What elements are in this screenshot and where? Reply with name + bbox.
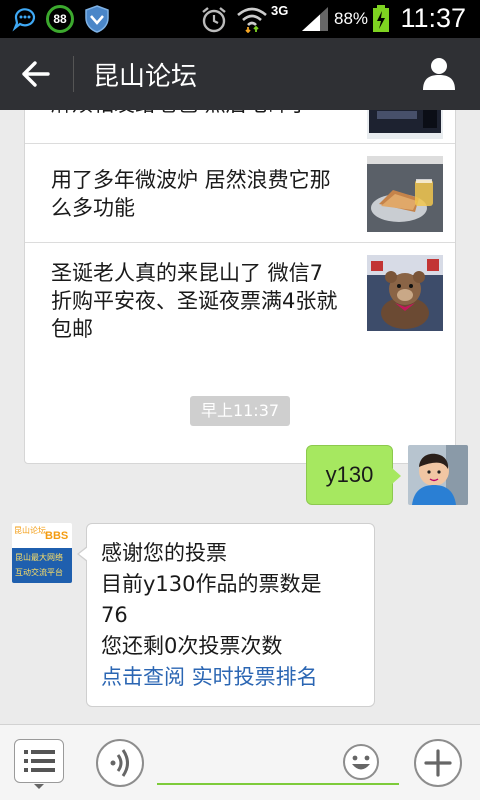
badge-count: 88 [53,12,67,26]
avatar-bbs-text: BBS [45,530,69,542]
plus-icon [424,749,452,777]
message-line: 76 [101,603,128,627]
news-item[interactable]: 麻烦相发给老爸 然后宅碎了 [25,110,455,144]
smiley-icon [343,744,379,780]
news-item-thumbnail [367,255,443,331]
timestamp-pill: 早上11:37 [190,396,290,426]
wifi-icon [237,7,267,33]
emoji-button[interactable] [342,743,380,781]
arrow-left-icon [22,61,50,87]
back-button[interactable] [14,56,58,92]
title-divider [73,56,74,92]
battery-percent: 88% [334,9,369,28]
avatar-brand-text: 昆山论坛 [14,526,46,535]
list-menu-icon [24,750,55,772]
voice-button[interactable] [96,739,144,787]
vote-ranking-link[interactable]: 实时投票排名 [192,665,318,689]
voice-wave-icon [110,749,129,777]
chat-bubble-icon [12,8,36,32]
news-item-thumbnail [367,156,443,232]
news-item-thumbnail [367,110,443,139]
avatar-tagline-1: 昆山最大网络 [15,553,63,562]
title-bar: 昆山论坛 [0,38,480,110]
news-item-title: 用了多年微波炉 居然浪费它那么多功能 [51,168,331,220]
more-actions-button[interactable] [414,739,462,787]
alarm-icon [202,7,226,33]
message-line: 感谢您的投票 [101,541,227,565]
status-bar: 88 3G 88% 11:37 [0,0,480,38]
avatar-logo-top: 昆山论坛 BBS [12,523,72,548]
view-link[interactable]: 点击查阅 [101,665,185,689]
battery-charging-icon [373,5,389,32]
signal-icon [302,7,328,31]
message-line: 您还剩0次投票次数 [101,634,283,658]
news-item-title: 圣诞老人真的来昆山了 微信7折购平安夜、圣诞夜票满4张就包邮 [51,261,338,341]
user-avatar[interactable] [408,445,468,505]
profile-button[interactable] [420,54,458,92]
page-title: 昆山论坛 [93,62,198,92]
clock: 11:37 [400,3,466,33]
incoming-message-bubble[interactable]: 感谢您的投票 目前y130作品的票数是 76 您还剩0次投票次数 点击查阅 实时… [77,523,375,707]
person-icon [423,58,455,90]
menu-toggle-button[interactable] [14,739,64,783]
news-item-title: 麻烦相发给老爸 然后宅碎了 [51,110,341,118]
outgoing-message-bubble[interactable]: y130 [306,445,401,505]
news-item[interactable]: 用了多年微波炉 居然浪费它那么多功能 [25,144,455,243]
shield-icon [85,5,109,33]
microwave-food-image [367,156,443,232]
official-account-avatar[interactable]: 昆山论坛 BBS 昆山最大网络 互动交流平台 [12,523,72,583]
teddy-bear-image [367,255,443,331]
gadget-image [367,110,443,139]
child-photo-avatar [408,445,468,505]
chat-area[interactable]: 麻烦相发给老爸 然后宅碎了 用了多年微波炉 居然浪费它那么多功能 [0,110,480,724]
menu-caret-icon [34,784,44,789]
network-type-label: 3G [271,3,289,18]
input-bar [0,724,480,800]
avatar-tagline-2: 互动交流平台 [15,568,63,577]
avatar-logo-bottom: 昆山最大网络 互动交流平台 [12,548,72,583]
news-item[interactable]: 圣诞老人真的来昆山了 微信7折购平安夜、圣诞夜票满4张就包邮 [25,243,455,356]
message-line: 目前y130作品的票数是 [101,572,322,596]
security-badge-icon: 88 [46,5,74,33]
